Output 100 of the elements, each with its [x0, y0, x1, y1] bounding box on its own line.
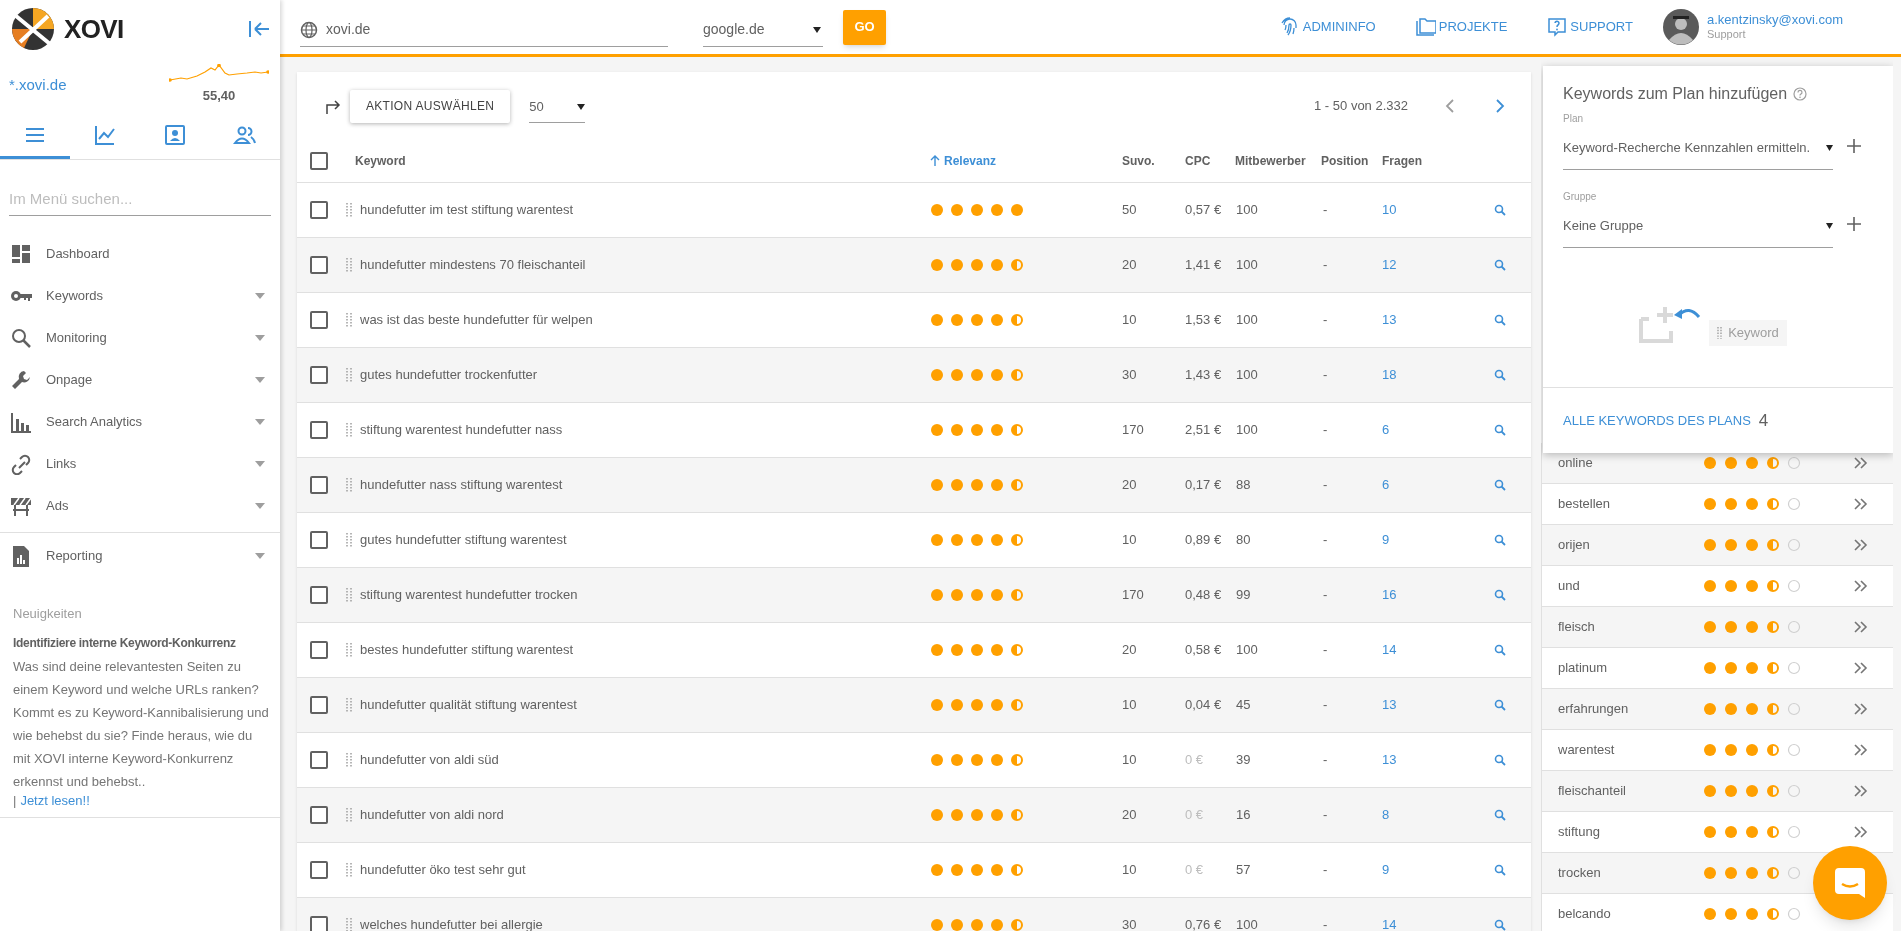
all-keywords-link[interactable]: ALLE KEYWORDS DES PLANS: [1563, 410, 1751, 431]
menu-item[interactable]: Search Analytics: [0, 401, 280, 443]
questions-link[interactable]: 10: [1382, 202, 1397, 218]
questions-link[interactable]: 9: [1382, 862, 1390, 878]
user-email[interactable]: a.kentzinsky@xovi.com: [1706, 12, 1843, 27]
table-cell-text: 0,89 €: [1184, 531, 1223, 550]
rating-dot: [950, 478, 964, 492]
action-select-button[interactable]: AKTION AUSWÄHLEN: [350, 89, 511, 123]
menu-item[interactable]: Dashboard: [0, 233, 280, 275]
rating-dot: [990, 203, 1004, 217]
row-checkbox[interactable]: [310, 696, 328, 714]
row-checkbox[interactable]: [310, 586, 328, 604]
rating-dot: [1766, 497, 1780, 511]
page-size-select[interactable]: 50: [529, 92, 586, 123]
row-checkbox[interactable]: [310, 256, 328, 274]
questions-link[interactable]: 12: [1382, 257, 1397, 273]
drag-handle-icon: [346, 697, 352, 713]
questions-link[interactable]: 9: [1382, 532, 1390, 548]
column-header[interactable]: Position: [1321, 152, 1380, 170]
report-icon: [10, 545, 32, 567]
double-chevron-icon[interactable]: [1854, 539, 1868, 551]
menu-item[interactable]: Onpage: [0, 359, 280, 401]
column-header[interactable]: Fragen: [1380, 152, 1480, 170]
domain-field[interactable]: xovi.de: [300, 13, 668, 47]
rating-dot: [1010, 533, 1024, 547]
row-checkbox[interactable]: [310, 476, 328, 494]
rating-dot: [1010, 863, 1024, 877]
column-header[interactable]: Mitbewerber: [1233, 152, 1321, 170]
row-checkbox[interactable]: [310, 641, 328, 659]
double-chevron-icon[interactable]: [1854, 826, 1868, 838]
select-all-checkbox[interactable]: [310, 152, 328, 170]
word-cell-text: und: [1558, 577, 1581, 596]
double-chevron-icon[interactable]: [1854, 621, 1868, 633]
rating-dot: [970, 258, 984, 272]
field-label: Gruppe: [1563, 190, 1598, 204]
rating-dot: [950, 533, 964, 547]
group-select[interactable]: Keine Gruppe: [1563, 204, 1833, 248]
column-header[interactable]: Suvo.: [1120, 152, 1183, 170]
menu-search-field[interactable]: Im Menü suchen...: [9, 182, 271, 216]
column-header[interactable]: CPC: [1183, 152, 1233, 170]
table-cell-text: -: [1322, 806, 1329, 825]
questions-link[interactable]: 13: [1382, 312, 1397, 328]
word-cell-text: trocken: [1558, 864, 1602, 883]
rating-dot: [930, 478, 944, 492]
table-cell-text: 10: [1121, 696, 1138, 715]
row-checkbox[interactable]: [310, 311, 328, 329]
row-checkbox[interactable]: [310, 751, 328, 769]
plan-select[interactable]: Keyword-Recherche Kennzahlen ermitteln.: [1563, 126, 1833, 170]
menu-item[interactable]: Monitoring: [0, 317, 280, 359]
questions-link[interactable]: 13: [1382, 752, 1397, 768]
questions-link[interactable]: 14: [1382, 642, 1397, 658]
row-checkbox[interactable]: [310, 366, 328, 384]
double-chevron-icon[interactable]: [1854, 457, 1868, 469]
rating-dot: [1010, 588, 1024, 602]
double-chevron-icon[interactable]: [1854, 498, 1868, 510]
caret-icon: [255, 503, 265, 509]
rating-dot: [1766, 620, 1780, 634]
row-checkbox[interactable]: [310, 806, 328, 824]
nav-link[interactable]: SUPPORT: [1547, 17, 1633, 37]
questions-link[interactable]: 14: [1382, 917, 1397, 931]
nav-link[interactable]: ADMININFO: [1279, 17, 1376, 37]
word-cell-text: stiftung: [1558, 823, 1601, 842]
row-checkbox[interactable]: [310, 861, 328, 879]
search-engine-select[interactable]: google.de: [703, 13, 823, 47]
questions-link[interactable]: 8: [1382, 807, 1390, 823]
row-checkbox[interactable]: [310, 916, 328, 931]
menu-item[interactable]: Keywords: [0, 275, 280, 317]
read-more-link[interactable]: Jetzt lesen!!: [20, 793, 90, 809]
questions-link[interactable]: 6: [1382, 477, 1390, 493]
rating-dot: [1787, 456, 1801, 470]
nav-link[interactable]: PROJEKTE: [1415, 17, 1508, 37]
menu-item[interactable]: Links: [0, 443, 280, 485]
row-checkbox[interactable]: [310, 201, 328, 219]
double-chevron-icon[interactable]: [1854, 580, 1868, 592]
domain-link[interactable]: *.xovi.de: [9, 74, 67, 97]
questions-link[interactable]: 18: [1382, 367, 1397, 383]
rating-dot: [1703, 620, 1717, 634]
keyword-cell-text: hundefutter von aldi süd: [360, 751, 499, 770]
double-chevron-icon[interactable]: [1854, 662, 1868, 674]
questions-link[interactable]: 16: [1382, 587, 1397, 603]
column-header[interactable]: Relevanz: [930, 152, 1120, 170]
questions-link[interactable]: 6: [1382, 422, 1390, 438]
row-checkbox[interactable]: [310, 421, 328, 439]
rating-dot: [1787, 661, 1801, 675]
column-header[interactable]: Keyword: [345, 152, 900, 170]
rating-dot: [1766, 784, 1780, 798]
rating-dot: [930, 588, 944, 602]
row-checkbox[interactable]: [310, 531, 328, 549]
go-button[interactable]: GO: [843, 9, 886, 45]
double-chevron-icon[interactable]: [1854, 785, 1868, 797]
double-chevron-icon[interactable]: [1854, 703, 1868, 715]
table-cell-text: 2,51 €: [1184, 421, 1223, 440]
keyword-cell-text: hundefutter nass stiftung warentest: [360, 476, 563, 495]
questions-link[interactable]: 13: [1382, 697, 1397, 713]
menu-item[interactable]: Ads: [0, 485, 280, 527]
word-cell-text: platinum: [1558, 659, 1609, 678]
table-cell-text: 170: [1121, 586, 1145, 605]
double-chevron-icon[interactable]: [1854, 744, 1868, 756]
menu-item[interactable]: Reporting: [0, 535, 280, 577]
table-cell-text: 10: [1121, 311, 1138, 330]
